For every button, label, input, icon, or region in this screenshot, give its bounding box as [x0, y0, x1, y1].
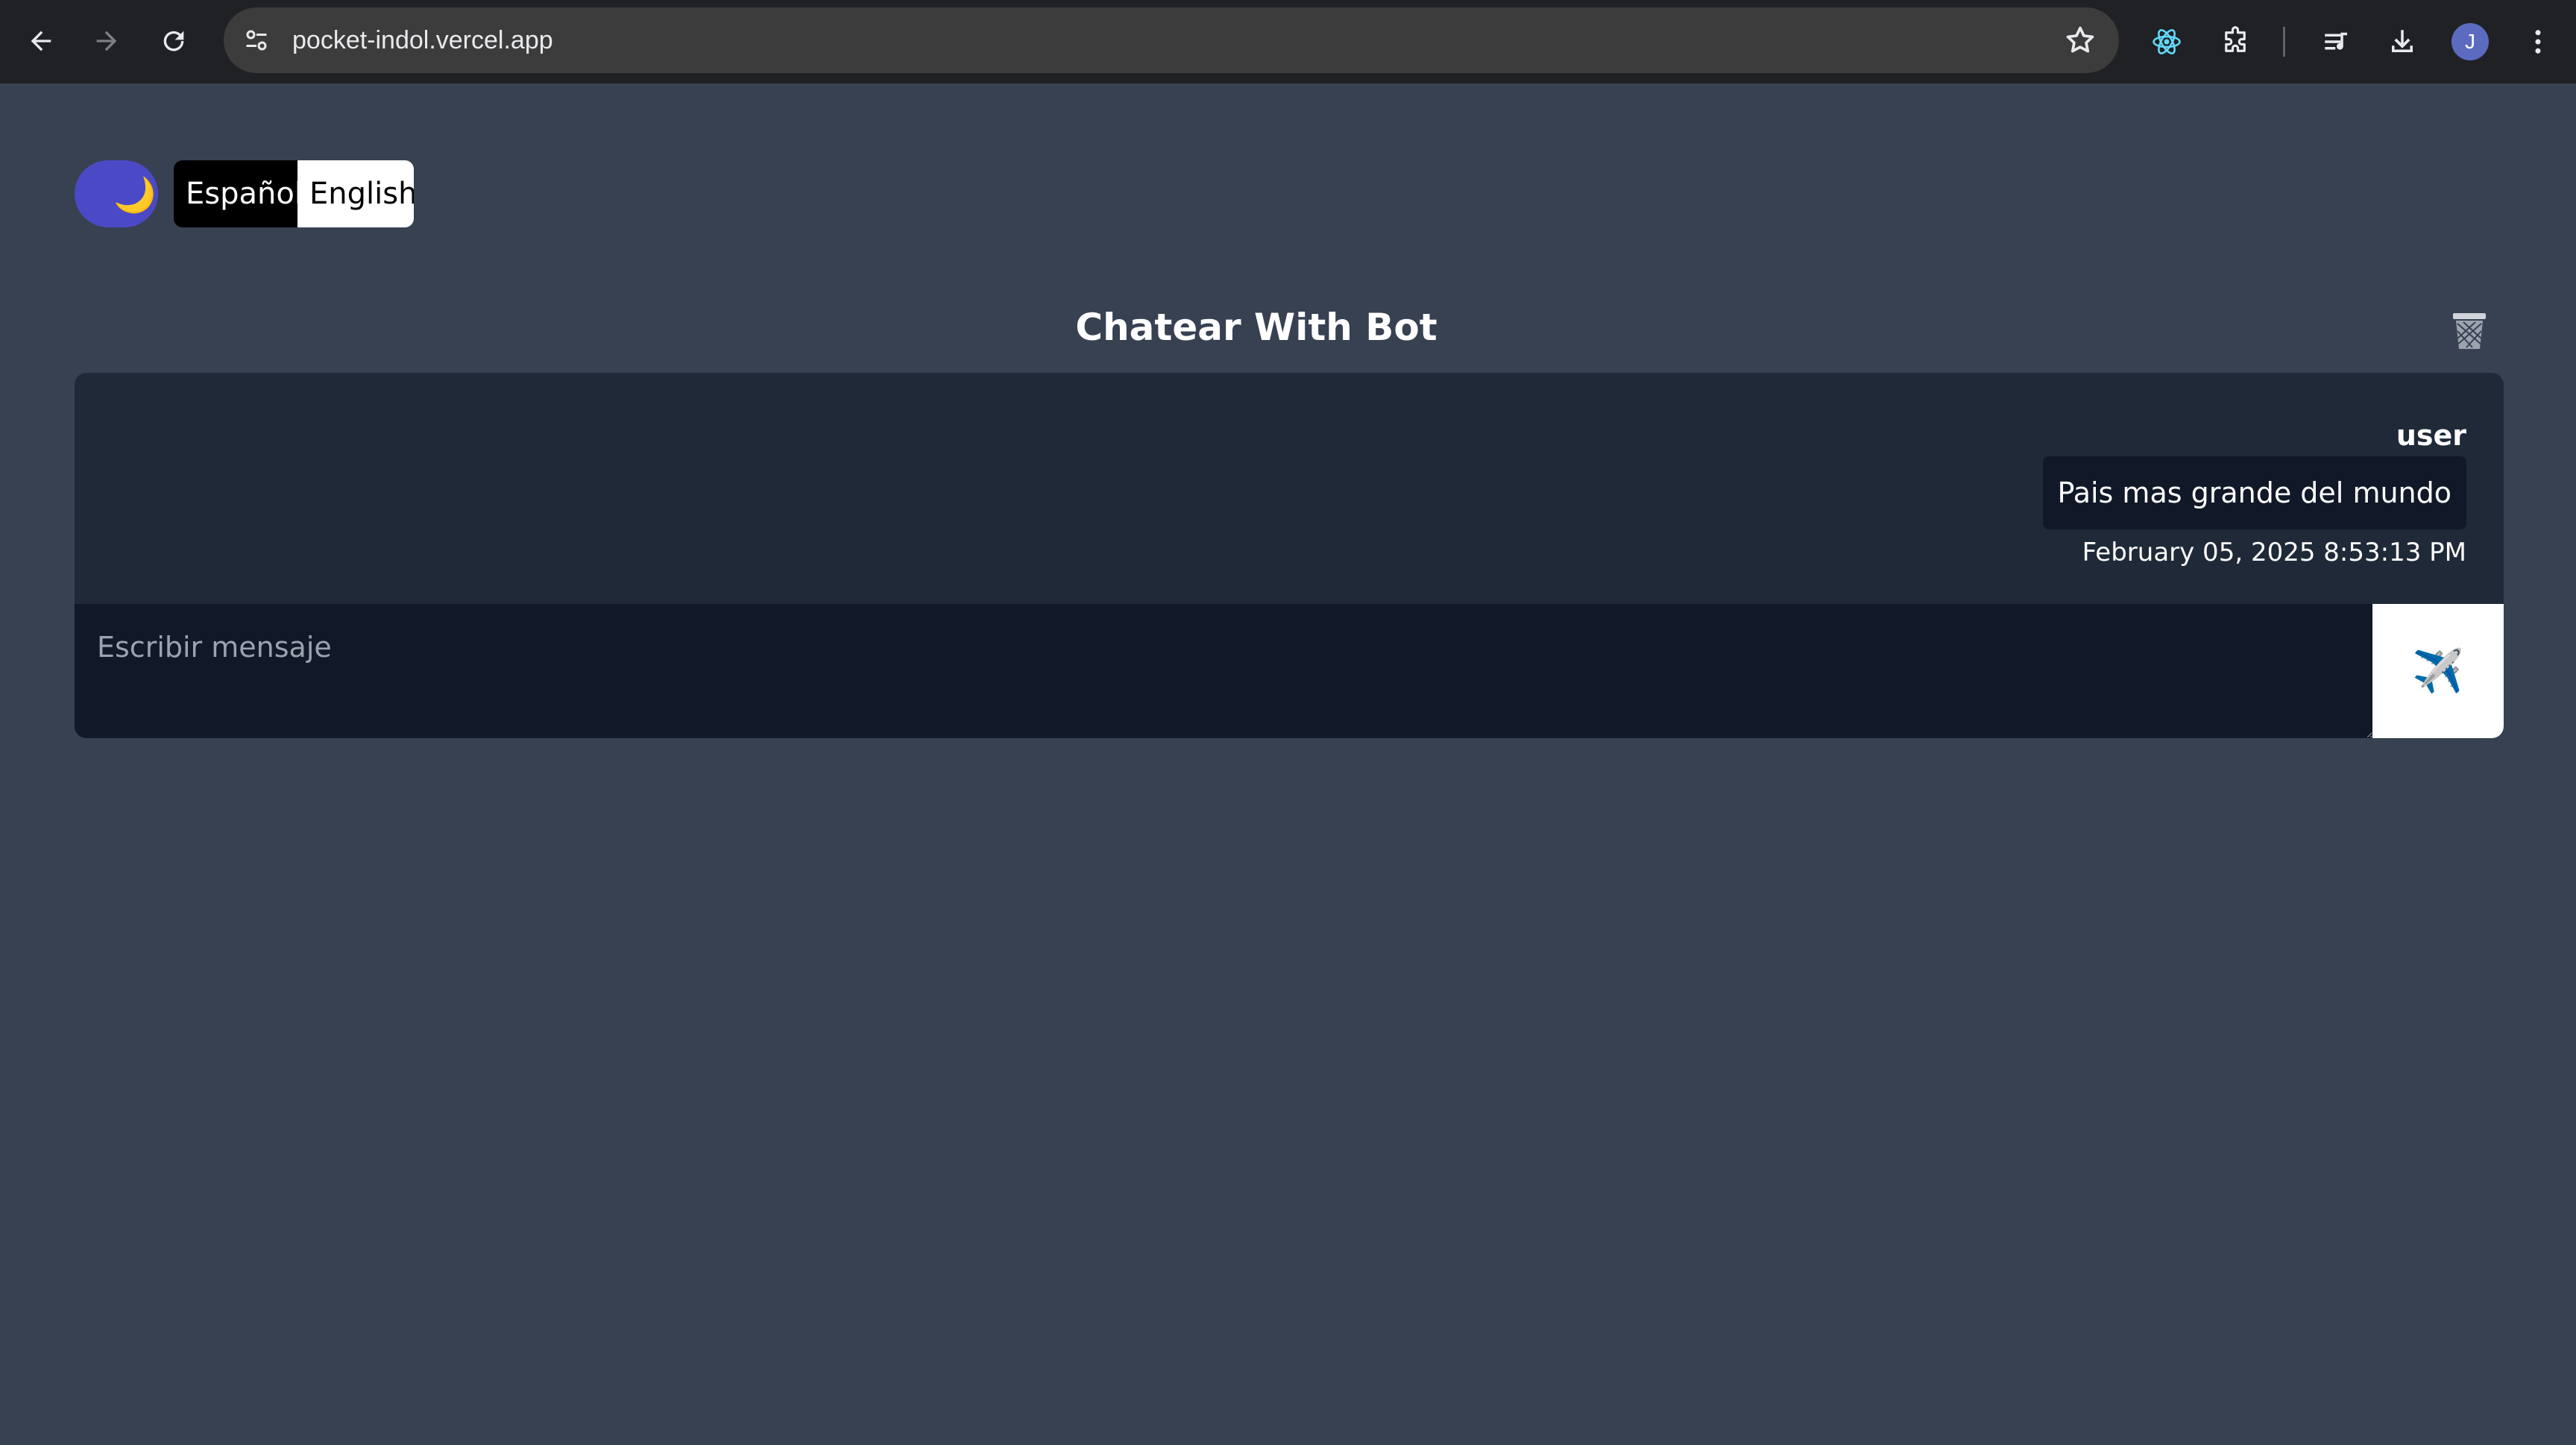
url-text[interactable]: pocket-indol.vercel.app [292, 7, 553, 73]
page-title: Chatear With Bot [1075, 306, 1437, 349]
message-timestamp: February 05, 2025 8:53:13 PM [2082, 538, 2466, 567]
trash-basket-icon[interactable] [2450, 310, 2489, 352]
message-input[interactable] [75, 604, 2372, 738]
kebab-menu-icon[interactable] [2516, 19, 2560, 64]
message-sender: user [2396, 419, 2466, 452]
back-button[interactable] [16, 16, 66, 66]
message-list[interactable]: user Pais mas grande del mundo February … [75, 373, 2504, 604]
language-switcher: Español English [174, 160, 414, 227]
arrow-right-icon [96, 31, 117, 51]
arrow-left-icon [31, 31, 51, 51]
moon-icon: 🌙 [113, 175, 157, 214]
theme-toggle[interactable]: 🌙 [75, 160, 158, 227]
address-bar[interactable]: pocket-indol.vercel.app [224, 7, 2119, 73]
puzzle-icon[interactable] [2213, 19, 2258, 64]
english-button[interactable]: English [297, 160, 414, 227]
send-button[interactable]: ✈️ [2372, 604, 2504, 738]
browser-toolbar: pocket-indol.vercel.app J [0, 0, 2576, 84]
profile-avatar[interactable]: J [2451, 23, 2489, 60]
reload-icon [163, 31, 184, 51]
download-icon[interactable] [2380, 19, 2425, 64]
forward-button[interactable] [82, 16, 131, 66]
reload-button[interactable] [149, 16, 198, 66]
message-bubble: Pais mas grande del mundo [2042, 456, 2466, 529]
react-icon[interactable] [2144, 19, 2189, 64]
airplane-icon: ✈️ [2412, 647, 2464, 694]
spanish-button[interactable]: Español [174, 160, 303, 227]
toolbar-divider [2283, 27, 2285, 57]
tune-icon[interactable] [240, 24, 273, 57]
queue-music-icon[interactable] [2314, 19, 2359, 64]
chat-panel: user Pais mas grande del mundo February … [75, 373, 2504, 738]
star-icon[interactable] [2064, 24, 2097, 57]
composer: ✈️ [75, 604, 2504, 738]
